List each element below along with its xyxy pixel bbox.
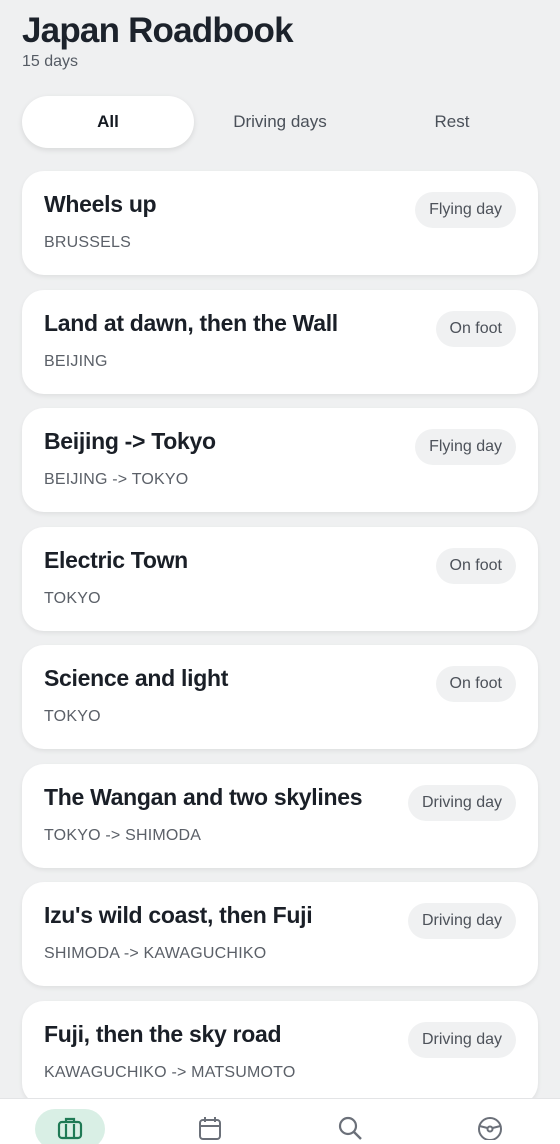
day-type-badge: On foot	[435, 547, 516, 584]
day-type-badge: Driving day	[407, 784, 516, 821]
day-location: KAWAGUCHIKO -> MATSUMOTO	[44, 1063, 296, 1081]
filter-tabs: All Driving days Rest	[22, 94, 538, 150]
day-title: Land at dawn, then the Wall	[44, 309, 338, 336]
calendar-icon	[199, 1117, 221, 1140]
day-card[interactable]: Electric Town TOKYO On foot	[22, 526, 538, 631]
day-card[interactable]: The Wangan and two skylines TOKYO -> SHI…	[22, 763, 538, 868]
day-title: Wheels up	[44, 191, 157, 217]
day-card[interactable]: Science and light TOKYO On foot	[22, 645, 538, 749]
day-title: Fuji, then the sky road	[44, 1020, 282, 1047]
search-icon	[338, 1116, 362, 1140]
page-title: Japan Roadbook	[22, 11, 294, 50]
day-card[interactable]: Fuji, then the sky road KAWAGUCHIKO -> M…	[22, 1000, 538, 1105]
day-title: Beijing -> Tokyo	[44, 428, 216, 454]
day-card[interactable]: Beijing -> Tokyo BEIJING -> TOKYO Flying…	[22, 408, 538, 512]
suitcase-icon	[57, 1117, 83, 1140]
day-location: TOKYO	[44, 589, 101, 607]
nav-calendar[interactable]	[175, 1109, 245, 1144]
day-type-badge: On foot	[435, 666, 516, 702]
day-location: SHIMODA -> KAWAGUCHIKO	[44, 945, 267, 962]
nav-drive[interactable]	[455, 1109, 525, 1144]
tab-all[interactable]: All	[22, 96, 194, 148]
day-location: BEIJING -> TOKYO	[44, 471, 189, 488]
day-card[interactable]: Wheels up BRUSSELS Flying day	[22, 171, 538, 275]
day-card[interactable]: Izu's wild coast, then Fuji SHIMODA -> K…	[22, 882, 538, 986]
tab-driving-days[interactable]: Driving days	[194, 96, 366, 148]
day-type-badge: On foot	[435, 310, 516, 347]
tab-rest[interactable]: Rest	[366, 96, 538, 148]
steering-wheel-icon	[478, 1117, 502, 1140]
nav-search[interactable]	[315, 1109, 385, 1144]
day-card[interactable]: Land at dawn, then the Wall BEIJING On f…	[22, 289, 538, 394]
day-list: Wheels up BRUSSELS Flying day Land at da…	[22, 171, 538, 1119]
day-location: BEIJING	[44, 352, 108, 370]
bottom-nav	[0, 1098, 560, 1144]
day-type-badge: Driving day	[407, 903, 516, 939]
day-title: Izu's wild coast, then Fuji	[44, 902, 313, 928]
day-title: Electric Town	[44, 546, 188, 573]
day-location: TOKYO -> SHIMODA	[44, 826, 202, 844]
day-location: TOKYO	[44, 708, 101, 725]
day-type-badge: Flying day	[415, 429, 516, 465]
day-title: The Wangan and two skylines	[44, 783, 363, 810]
day-location: BRUSSELS	[44, 234, 131, 251]
day-type-badge: Flying day	[415, 192, 516, 228]
nav-trip[interactable]	[35, 1109, 105, 1144]
page-header: Japan Roadbook 15 days	[22, 10, 294, 71]
day-count: 15 days	[22, 53, 79, 70]
day-type-badge: Driving day	[407, 1021, 516, 1058]
day-title: Science and light	[44, 665, 229, 691]
